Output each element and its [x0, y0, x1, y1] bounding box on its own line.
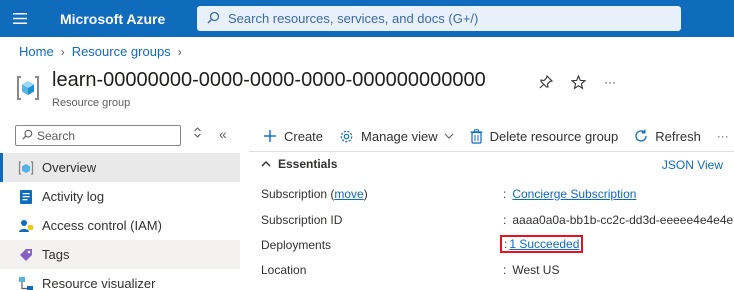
chevron-down-icon	[444, 131, 454, 142]
sort-toggle-icon[interactable]	[193, 127, 202, 141]
chevron-right-icon: ›	[177, 44, 182, 59]
trash-icon	[470, 128, 483, 144]
collapse-sidebar-icon[interactable]: «	[219, 126, 227, 142]
json-view-link[interactable]: JSON View	[662, 158, 723, 172]
sidebar-item-label: Access control (IAM)	[42, 218, 162, 233]
favorite-star-icon[interactable]	[569, 73, 587, 91]
refresh-icon	[634, 129, 648, 143]
visualizer-icon	[18, 276, 34, 290]
manage-view-label: Manage view	[361, 128, 438, 144]
location-text: West US	[512, 263, 560, 277]
overview-icon	[18, 160, 34, 176]
subscription-label-text: Subscription	[261, 187, 328, 201]
resource-group-icon	[16, 74, 40, 102]
tag-icon	[18, 247, 34, 263]
location-value: : West US	[503, 263, 559, 277]
sidebar-item-tags[interactable]: Tags	[0, 240, 240, 269]
subscription-link[interactable]: Concierge Subscription	[512, 187, 636, 201]
refresh-button[interactable]: Refresh	[634, 129, 701, 144]
essentials-toggle[interactable]: Essentials	[261, 157, 337, 171]
gear-icon	[339, 129, 354, 144]
title-actions: ···	[537, 73, 619, 91]
colon: :	[503, 187, 507, 201]
command-bar-divider	[249, 151, 734, 152]
iam-icon	[18, 218, 34, 234]
sidebar-item-resource-visualizer[interactable]: Resource visualizer	[0, 269, 240, 290]
deployments-value: :1 Succeeded	[500, 235, 584, 253]
subscription-id-label: Subscription ID	[261, 213, 343, 227]
location-label: Location	[261, 263, 307, 277]
move-link[interactable]: move	[334, 187, 363, 201]
sidebar-nav: Overview Activity log Access control (IA…	[0, 153, 240, 290]
command-bar: Create Manage view Delete resource group…	[263, 125, 734, 147]
breadcrumb-home[interactable]: Home	[19, 44, 54, 59]
chevron-up-icon	[261, 159, 271, 170]
search-icon	[207, 11, 220, 27]
subscription-id-value: : aaaa0a0a-bb1b-cc2c-dd3d-eeeee4e4e4e	[503, 213, 733, 227]
manage-view-button[interactable]: Manage view	[339, 129, 454, 144]
chevron-right-icon: ›	[60, 44, 65, 59]
delete-resource-group-button[interactable]: Delete resource group	[470, 128, 619, 144]
page-subtitle: Resource group	[52, 97, 131, 109]
create-label: Create	[284, 128, 324, 144]
activity-log-icon	[18, 189, 34, 205]
deployments-highlight-box: :1 Succeeded	[500, 235, 584, 253]
colon: :	[504, 237, 508, 251]
sidebar-item-label: Resource visualizer	[42, 276, 156, 290]
brand-title[interactable]: Microsoft Azure	[60, 11, 165, 27]
search-icon	[22, 128, 33, 143]
sidebar-item-access-control[interactable]: Access control (IAM)	[0, 211, 240, 240]
page-title: learn-00000000-0000-0000-0000-0000000000…	[52, 69, 486, 91]
deployments-label: Deployments	[261, 238, 332, 252]
sidebar-item-overview[interactable]: Overview	[0, 153, 240, 182]
top-bar: Microsoft Azure Search resources, servic…	[0, 0, 734, 37]
subscription-value: : Concierge Subscription	[503, 187, 636, 201]
global-search-input[interactable]: Search resources, services, and docs (G+…	[197, 6, 681, 31]
colon: :	[503, 213, 507, 227]
create-button[interactable]: Create	[263, 129, 323, 144]
deployments-link[interactable]: 1 Succeeded	[509, 237, 579, 251]
more-commands-icon[interactable]: ···	[717, 129, 729, 143]
sidebar-item-label: Tags	[42, 247, 70, 262]
subscription-id-text: aaaa0a0a-bb1b-cc2c-dd3d-eeeee4e4e4e	[512, 213, 734, 227]
delete-label: Delete resource group	[489, 128, 619, 144]
sidebar-item-label: Overview	[42, 160, 97, 175]
breadcrumb: Home › Resource groups ›	[19, 44, 189, 59]
pin-icon[interactable]	[537, 73, 555, 91]
global-search-placeholder: Search resources, services, and docs (G+…	[228, 11, 479, 26]
more-options-icon[interactable]: ···	[601, 73, 619, 91]
sidebar-item-label: Activity log	[42, 189, 105, 204]
subscription-label: Subscription (move)	[261, 187, 368, 201]
colon: :	[503, 263, 507, 277]
sidebar-search-input[interactable]: Search	[15, 125, 181, 146]
hamburger-menu-icon[interactable]	[0, 0, 40, 37]
essentials-header: Essentials	[278, 157, 338, 171]
sidebar-item-activity-log[interactable]: Activity log	[0, 182, 240, 211]
plus-icon	[263, 129, 277, 143]
breadcrumb-resource-groups[interactable]: Resource groups	[72, 44, 171, 59]
sidebar-search-placeholder: Search	[37, 128, 76, 143]
refresh-label: Refresh	[655, 128, 701, 144]
